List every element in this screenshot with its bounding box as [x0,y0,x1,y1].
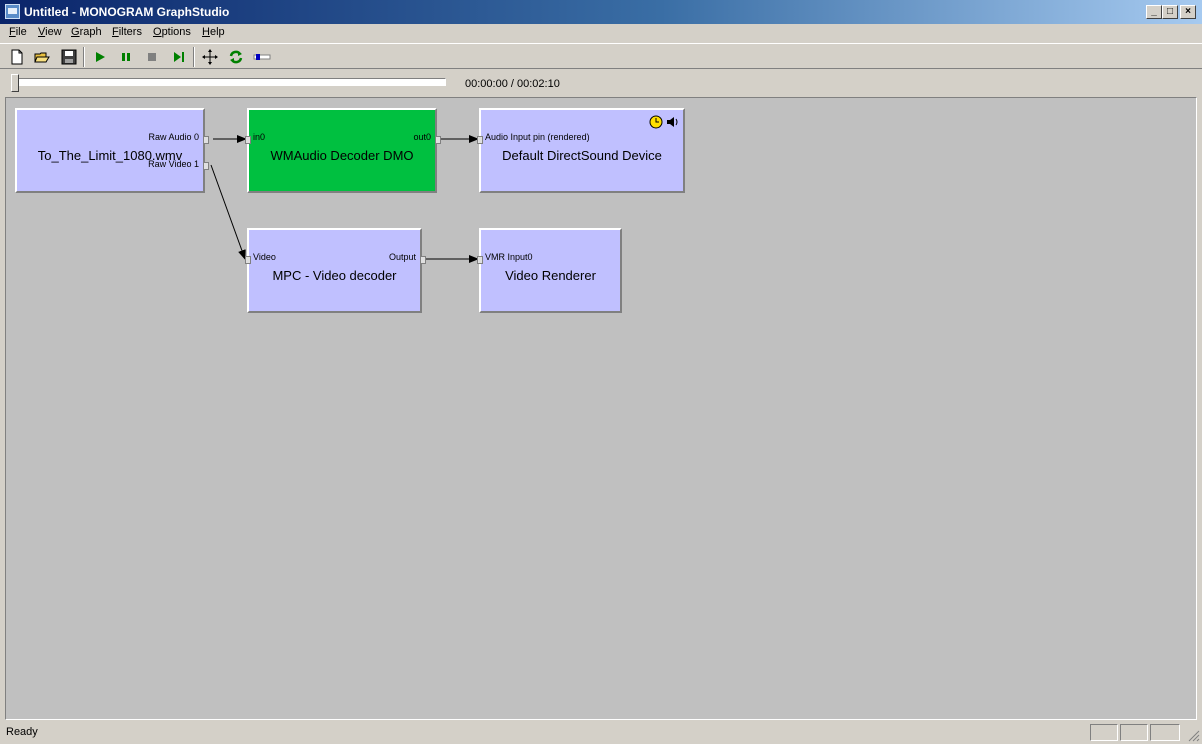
pin-label-raw-audio: Raw Audio 0 [148,132,199,142]
filter-name: Video Renderer [505,268,596,283]
pin-out0[interactable] [435,136,441,144]
seek-thumb[interactable] [11,74,19,92]
window-title: Untitled - MONOGRAM GraphStudio [24,5,230,19]
title-bar: Untitled - MONOGRAM GraphStudio _ □ × [0,0,1202,24]
menu-filters[interactable]: Filters [112,26,142,38]
graph-canvas[interactable]: To_The_Limit_1080.wmv Raw Audio 0 Raw Vi… [5,97,1197,720]
speaker-icon [667,117,678,127]
pin-label-video: Video [253,252,276,262]
pause-icon[interactable] [117,48,135,66]
menu-file[interactable]: File [9,26,27,38]
seek-icon[interactable] [253,48,271,66]
refresh-icon[interactable] [227,48,245,66]
filter-name: WMAudio Decoder DMO [270,148,414,163]
filter-audio-decoder[interactable]: WMAudio Decoder DMO in0 out0 [245,108,441,193]
menu-graph[interactable]: Graph [71,26,102,38]
filter-name: MPC - Video decoder [272,268,397,283]
filter-name: Default DirectSound Device [502,148,662,163]
pin-audio-input[interactable] [477,136,483,144]
new-icon[interactable] [8,48,26,66]
toolbar-separator [193,47,195,67]
toolbar-separator [83,47,85,67]
pin-label-vmr-input: VMR Input0 [485,252,533,262]
maximize-button[interactable]: □ [1162,5,1178,19]
pin-label-raw-video: Raw Video 1 [148,159,199,169]
arrange-icon[interactable] [201,48,219,66]
pin-vmr-input[interactable] [477,256,483,264]
status-bar: Ready [0,722,1202,744]
status-pane [1120,724,1148,741]
minimize-button[interactable]: _ [1146,5,1162,19]
pin-label-output: Output [388,252,416,262]
menu-bar: File View Graph Filters Options Help [0,24,1202,43]
seek-track[interactable] [12,78,446,86]
status-text: Ready [6,726,38,738]
pin-label-in0: in0 [253,132,266,142]
play-icon[interactable] [91,48,109,66]
menu-help[interactable]: Help [202,26,225,38]
menu-options[interactable]: Options [153,26,191,38]
app-icon[interactable] [5,4,20,19]
pin-label-out0: out0 [413,132,431,142]
save-icon[interactable] [60,48,78,66]
step-icon[interactable] [170,48,188,66]
clock-icon [649,115,663,129]
filter-audio-renderer[interactable]: Default DirectSound Device Audio Input p… [477,108,685,193]
pin-raw-video[interactable] [203,162,209,170]
filter-source[interactable]: To_The_Limit_1080.wmv Raw Audio 0 Raw Vi… [15,108,209,193]
connection-video[interactable] [210,164,246,260]
pin-output[interactable] [420,256,426,264]
toolbar [0,43,1202,69]
pin-raw-audio[interactable] [203,136,209,144]
stop-icon[interactable] [143,48,161,66]
time-display: 00:00:00 / 00:02:10 [465,78,560,90]
pin-label-audio-input: Audio Input pin (rendered) [485,132,590,142]
menu-view[interactable]: View [38,26,62,38]
close-button[interactable]: × [1180,5,1196,19]
filter-video-renderer[interactable]: Video Renderer VMR Input0 [477,228,622,313]
resize-grip-icon[interactable] [1188,730,1200,742]
pin-in0[interactable] [245,136,251,144]
filter-video-decoder[interactable]: MPC - Video decoder Video Output [245,228,426,313]
pin-video[interactable] [245,256,251,264]
seek-row: 00:00:00 / 00:02:10 [0,70,1202,96]
status-pane [1150,724,1180,741]
status-pane [1090,724,1118,741]
open-icon[interactable] [33,48,51,66]
